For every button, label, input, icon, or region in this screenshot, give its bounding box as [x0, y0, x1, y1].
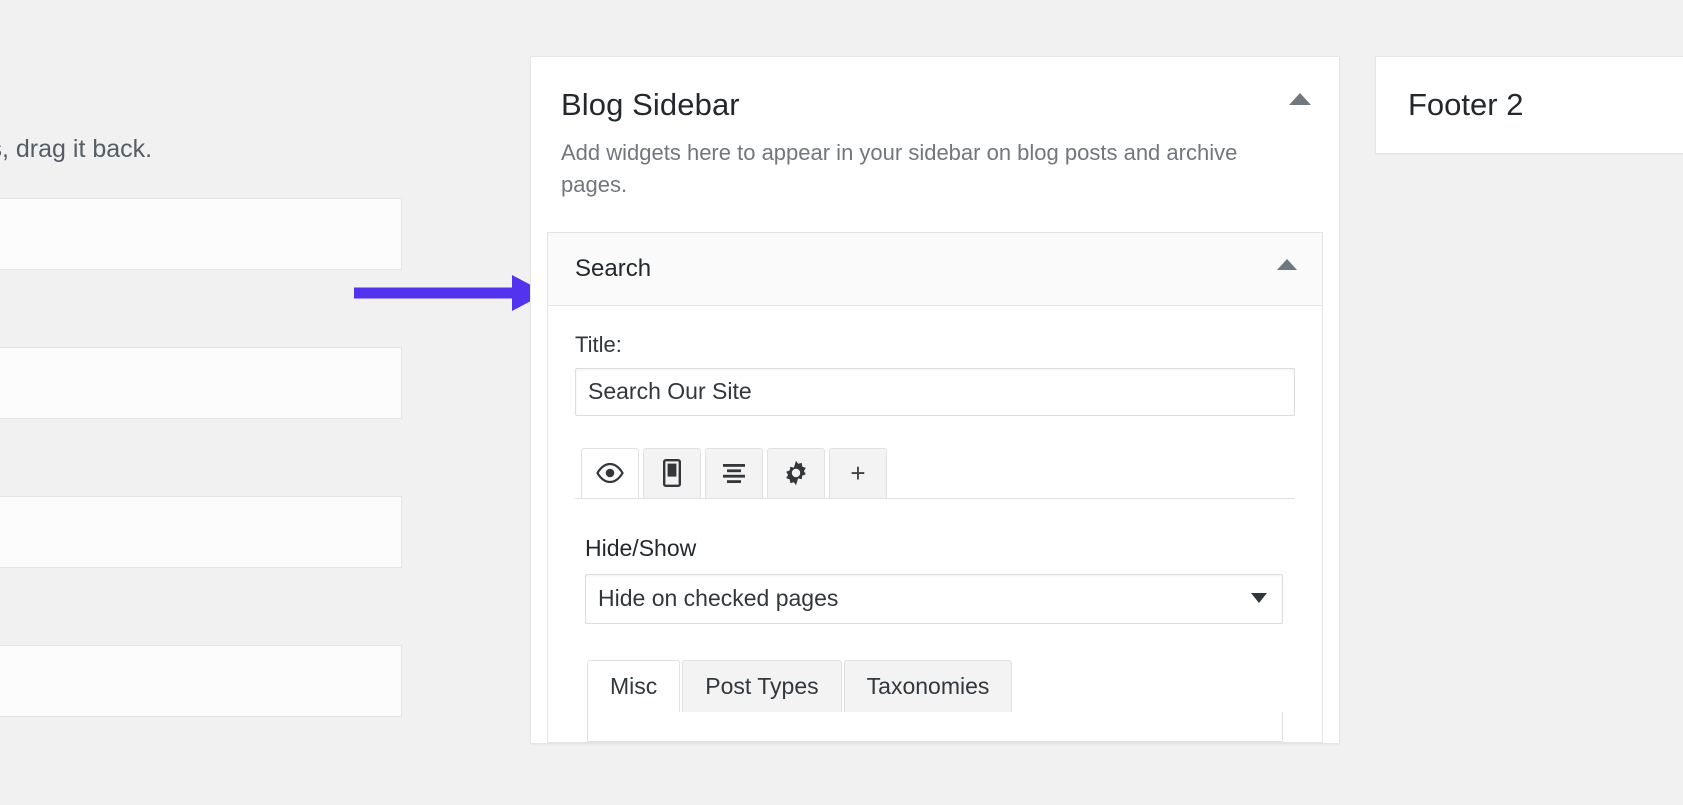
left-row-text: gallery. — [0, 590, 402, 624]
tab-post-types-label: Post Types — [705, 672, 819, 699]
screen-root: d delete its settings, drag it back. pla… — [0, 0, 1683, 805]
widget-icon-tabs: + — [575, 447, 1295, 499]
widget-text-tabs: Misc Post Types Taxonomies — [587, 659, 1295, 712]
left-row-text: n of categories. — [0, 441, 402, 475]
hide-show-heading: Hide/Show — [585, 534, 697, 561]
title-input[interactable] — [575, 367, 1295, 416]
tab-misc-label: Misc — [610, 672, 658, 699]
left-widget-column: d delete its settings, drag it back. pla… — [0, 0, 402, 805]
title-field-label: Title: — [575, 331, 622, 357]
tab-content-panel — [587, 711, 1283, 742]
caret-up-icon[interactable] — [1277, 258, 1297, 270]
search-widget-header[interactable]: Search — [548, 232, 1322, 306]
panel-header: Blog Sidebar Add widgets here to appear … — [531, 57, 1339, 207]
left-placeholder-box — [0, 496, 402, 568]
hide-show-select-wrapper: Hide on checked pages — [585, 573, 1283, 624]
blog-sidebar-panel: Blog Sidebar Add widgets here to appear … — [530, 56, 1340, 744]
tab-misc[interactable]: Misc — [587, 659, 681, 712]
left-placeholder-box — [0, 347, 402, 419]
footer-2-panel: Footer 2 — [1375, 56, 1683, 154]
eye-icon-tab[interactable] — [581, 447, 639, 498]
gear-icon-tab[interactable] — [767, 447, 825, 498]
tab-taxonomies-label: Taxonomies — [866, 672, 990, 699]
pointer-arrow — [352, 272, 548, 319]
tab-post-types[interactable]: Post Types — [682, 659, 842, 712]
search-widget-body: Title: Search Our Site + Hide/Show Hide … — [548, 306, 1322, 742]
hide-show-select[interactable]: Hide on checked pages — [585, 573, 1283, 624]
align-lines-icon — [721, 462, 747, 484]
left-placeholder-box — [0, 645, 402, 717]
left-placeholder-box — [0, 198, 402, 270]
panel-description: Add widgets here to appear in your sideb… — [561, 140, 1238, 197]
search-widget-title: Search — [575, 254, 652, 282]
mobile-device-icon — [663, 459, 681, 488]
eye-icon — [596, 463, 624, 484]
left-row-text: player. — [0, 292, 402, 326]
caret-up-icon[interactable] — [1289, 93, 1311, 105]
mobile-device-icon-tab[interactable] — [643, 447, 701, 498]
plus-icon: + — [850, 458, 866, 489]
left-row-text: d delete its settings, drag it back. — [0, 135, 153, 163]
tab-taxonomies[interactable]: Taxonomies — [843, 659, 1013, 712]
hide-show-select-value: Hide on checked pages — [598, 585, 839, 612]
gear-icon — [783, 460, 809, 486]
plus-icon-tab[interactable]: + — [829, 447, 887, 498]
page-title: Blog Sidebar — [561, 87, 740, 122]
align-lines-icon-tab[interactable] — [705, 447, 763, 498]
footer-2-title: Footer 2 — [1408, 87, 1524, 122]
search-widget: Search Title: Search Our Site + Hide/Sho… — [547, 231, 1323, 743]
